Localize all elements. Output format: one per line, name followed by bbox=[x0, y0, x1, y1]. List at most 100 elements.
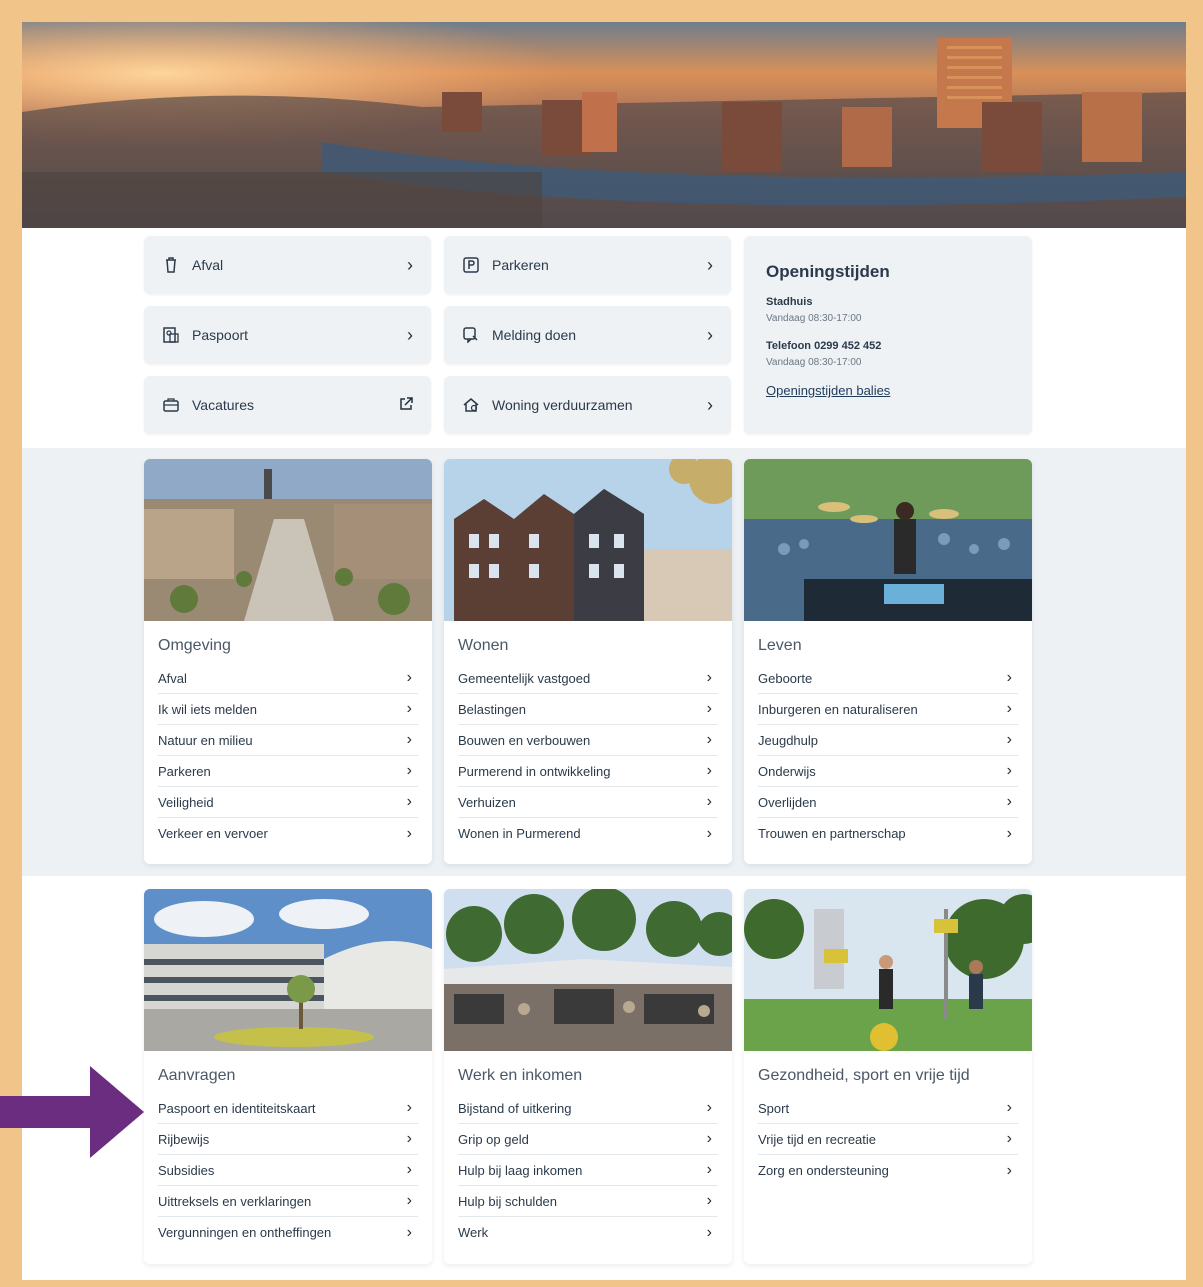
category-card-omgeving: Omgeving Afval › Ik wil iets melden › Natu… bbox=[144, 459, 432, 864]
aanvragen-photo bbox=[144, 889, 432, 1051]
card-link[interactable]: Natuur en milieu › bbox=[158, 725, 418, 756]
chevron-right-icon: › bbox=[1006, 1130, 1012, 1147]
card-link-label: Vergunningen en ontheffingen bbox=[158, 1225, 332, 1240]
card-link[interactable]: Werk › bbox=[458, 1217, 718, 1248]
card-link-label: Paspoort en identiteitskaart bbox=[158, 1100, 316, 1116]
wonen-photo bbox=[444, 459, 732, 621]
card-link[interactable]: Jeugdhulp › bbox=[758, 725, 1018, 756]
card-title: Aanvragen bbox=[158, 1067, 236, 1084]
card-link-label: Overlijden bbox=[758, 794, 817, 810]
chevron-right-icon: › bbox=[706, 762, 712, 779]
card-link-label: Onderwijs bbox=[758, 763, 816, 779]
card-link[interactable]: Sport › bbox=[758, 1093, 1018, 1124]
card-link[interactable]: Bouwen en verbouwen › bbox=[458, 725, 718, 756]
chevron-right-icon: › bbox=[706, 824, 712, 842]
card-link[interactable]: Overlijden › bbox=[758, 787, 1018, 818]
card-link[interactable]: Uittreksels en verklaringen › bbox=[158, 1186, 418, 1217]
category-card-werk-en-inkomen: Werk en inkomen Bijstand of uitkering › G… bbox=[444, 889, 732, 1264]
quick-link-label: Afval bbox=[192, 257, 224, 273]
chevron-right-icon: › bbox=[706, 1223, 712, 1241]
chevron-right-icon: › bbox=[407, 254, 413, 275]
chevron-right-icon: › bbox=[707, 254, 713, 275]
card-link-label: Purmerend in ontwikkeling bbox=[458, 763, 611, 779]
card-link[interactable]: Vergunningen en ontheffingen › bbox=[158, 1217, 418, 1248]
werk-en-inkomen-photo bbox=[444, 889, 732, 1051]
card-link-label: Sport bbox=[758, 1100, 790, 1116]
card-link[interactable]: Grip op geld › bbox=[458, 1124, 718, 1155]
card-link[interactable]: Afval › bbox=[158, 663, 418, 694]
card-link[interactable]: Trouwen en partnerschap › bbox=[758, 818, 1018, 849]
card-link-label: Jeugdhulp bbox=[758, 732, 818, 748]
chevron-right-icon: › bbox=[406, 1099, 412, 1116]
chevron-right-icon: › bbox=[407, 324, 413, 345]
card-link[interactable]: Subsidies › bbox=[158, 1155, 418, 1186]
card-link-label: Hulp bij laag inkomen bbox=[458, 1162, 583, 1178]
quick-link-woning-verduurzamen[interactable]: Woning verduurzamen › bbox=[444, 376, 731, 434]
card-link[interactable]: Wonen in Purmerend › bbox=[458, 818, 718, 849]
card-link-label: Grip op geld bbox=[458, 1131, 529, 1147]
card-link-label: Parkeren bbox=[158, 763, 211, 779]
card-link[interactable]: Zorg en ondersteuning › bbox=[758, 1155, 1018, 1186]
card-link[interactable]: Hulp bij schulden › bbox=[458, 1186, 718, 1217]
chevron-right-icon: › bbox=[1006, 669, 1012, 686]
card-link-label: Geboorte bbox=[758, 670, 813, 686]
card-link-label: Belastingen bbox=[458, 701, 526, 717]
annotation-arrow-icon bbox=[0, 1066, 144, 1158]
page-frame: Afval › Parkeren › Paspoort › Melding do… bbox=[22, 22, 1186, 1280]
quick-link-label: Melding doen bbox=[492, 327, 577, 343]
card-link[interactable]: Purmerend in ontwikkeling › bbox=[458, 756, 718, 787]
chevron-right-icon: › bbox=[707, 394, 713, 415]
report-icon bbox=[462, 326, 480, 344]
quick-link-label: Paspoort bbox=[192, 327, 249, 343]
card-link-label: Natuur en milieu bbox=[158, 732, 253, 748]
card-link[interactable]: Hulp bij laag inkomen › bbox=[458, 1155, 718, 1186]
quick-link-afval[interactable]: Afval › bbox=[144, 236, 431, 294]
quick-link-vacatures[interactable]: Vacatures bbox=[144, 376, 431, 434]
card-link[interactable]: Geboorte › bbox=[758, 663, 1018, 694]
chevron-right-icon: › bbox=[1006, 1099, 1012, 1116]
card-link[interactable]: Gemeentelijk vastgoed › bbox=[458, 663, 718, 694]
card-link[interactable]: Inburgeren en naturaliseren › bbox=[758, 694, 1018, 725]
card-link-label: Vrije tijd en recreatie bbox=[758, 1131, 877, 1147]
chevron-right-icon: › bbox=[1006, 700, 1012, 717]
card-link[interactable]: Parkeren › bbox=[158, 756, 418, 787]
chevron-right-icon: › bbox=[1006, 793, 1012, 810]
card-link-label: Inburgeren en naturaliseren bbox=[758, 701, 918, 717]
card-link[interactable]: Verkeer en vervoer › bbox=[158, 818, 418, 849]
hero-banner-image bbox=[22, 22, 1186, 228]
quick-link-parkeren[interactable]: Parkeren › bbox=[444, 236, 731, 294]
opening-hours-link[interactable]: Openingstijden balies bbox=[766, 383, 890, 398]
card-link-label: Werk bbox=[458, 1225, 489, 1240]
chevron-right-icon: › bbox=[406, 700, 412, 717]
card-title: Leven bbox=[758, 637, 802, 654]
card-link[interactable]: Rijbewijs › bbox=[158, 1124, 418, 1155]
card-link-label: Rijbewijs bbox=[158, 1131, 210, 1147]
card-link[interactable]: Vrije tijd en recreatie › bbox=[758, 1124, 1018, 1155]
opening-hours-title: Openingstijden bbox=[766, 262, 890, 281]
quick-link-paspoort[interactable]: Paspoort › bbox=[144, 306, 431, 364]
chevron-right-icon: › bbox=[406, 1223, 412, 1241]
category-card-wonen: Wonen Gemeentelijk vastgoed › Belastingen… bbox=[444, 459, 732, 864]
chevron-right-icon: › bbox=[706, 669, 712, 686]
card-link[interactable]: Veiligheid › bbox=[158, 787, 418, 818]
card-link[interactable]: Bijstand of uitkering › bbox=[458, 1093, 718, 1124]
card-link[interactable]: Verhuizen › bbox=[458, 787, 718, 818]
card-link[interactable]: Ik wil iets melden › bbox=[158, 694, 418, 725]
card-link[interactable]: Belastingen › bbox=[458, 694, 718, 725]
quick-link-label: Woning verduurzamen bbox=[492, 397, 633, 413]
stadhuis-time: Vandaag 08:30-17:00 bbox=[766, 313, 862, 324]
card-title: Gezondheid, sport en vrije tijd bbox=[758, 1067, 970, 1084]
phone-label: Telefoon 0299 452 452 bbox=[766, 340, 882, 352]
chevron-right-icon: › bbox=[707, 324, 713, 345]
chevron-right-icon: › bbox=[706, 1192, 712, 1209]
chevron-right-icon: › bbox=[406, 1161, 412, 1178]
chevron-right-icon: › bbox=[706, 700, 712, 717]
card-link-label: Uittreksels en verklaringen bbox=[158, 1193, 312, 1209]
chevron-right-icon: › bbox=[706, 731, 712, 748]
card-link[interactable]: Paspoort en identiteitskaart › bbox=[158, 1093, 418, 1124]
quick-link-melding-doen[interactable]: Melding doen › bbox=[444, 306, 731, 364]
omgeving-photo bbox=[144, 459, 432, 621]
card-link[interactable]: Onderwijs › bbox=[758, 756, 1018, 787]
card-title: Werk en inkomen bbox=[458, 1067, 583, 1084]
card-link-label: Hulp bij schulden bbox=[458, 1193, 558, 1209]
